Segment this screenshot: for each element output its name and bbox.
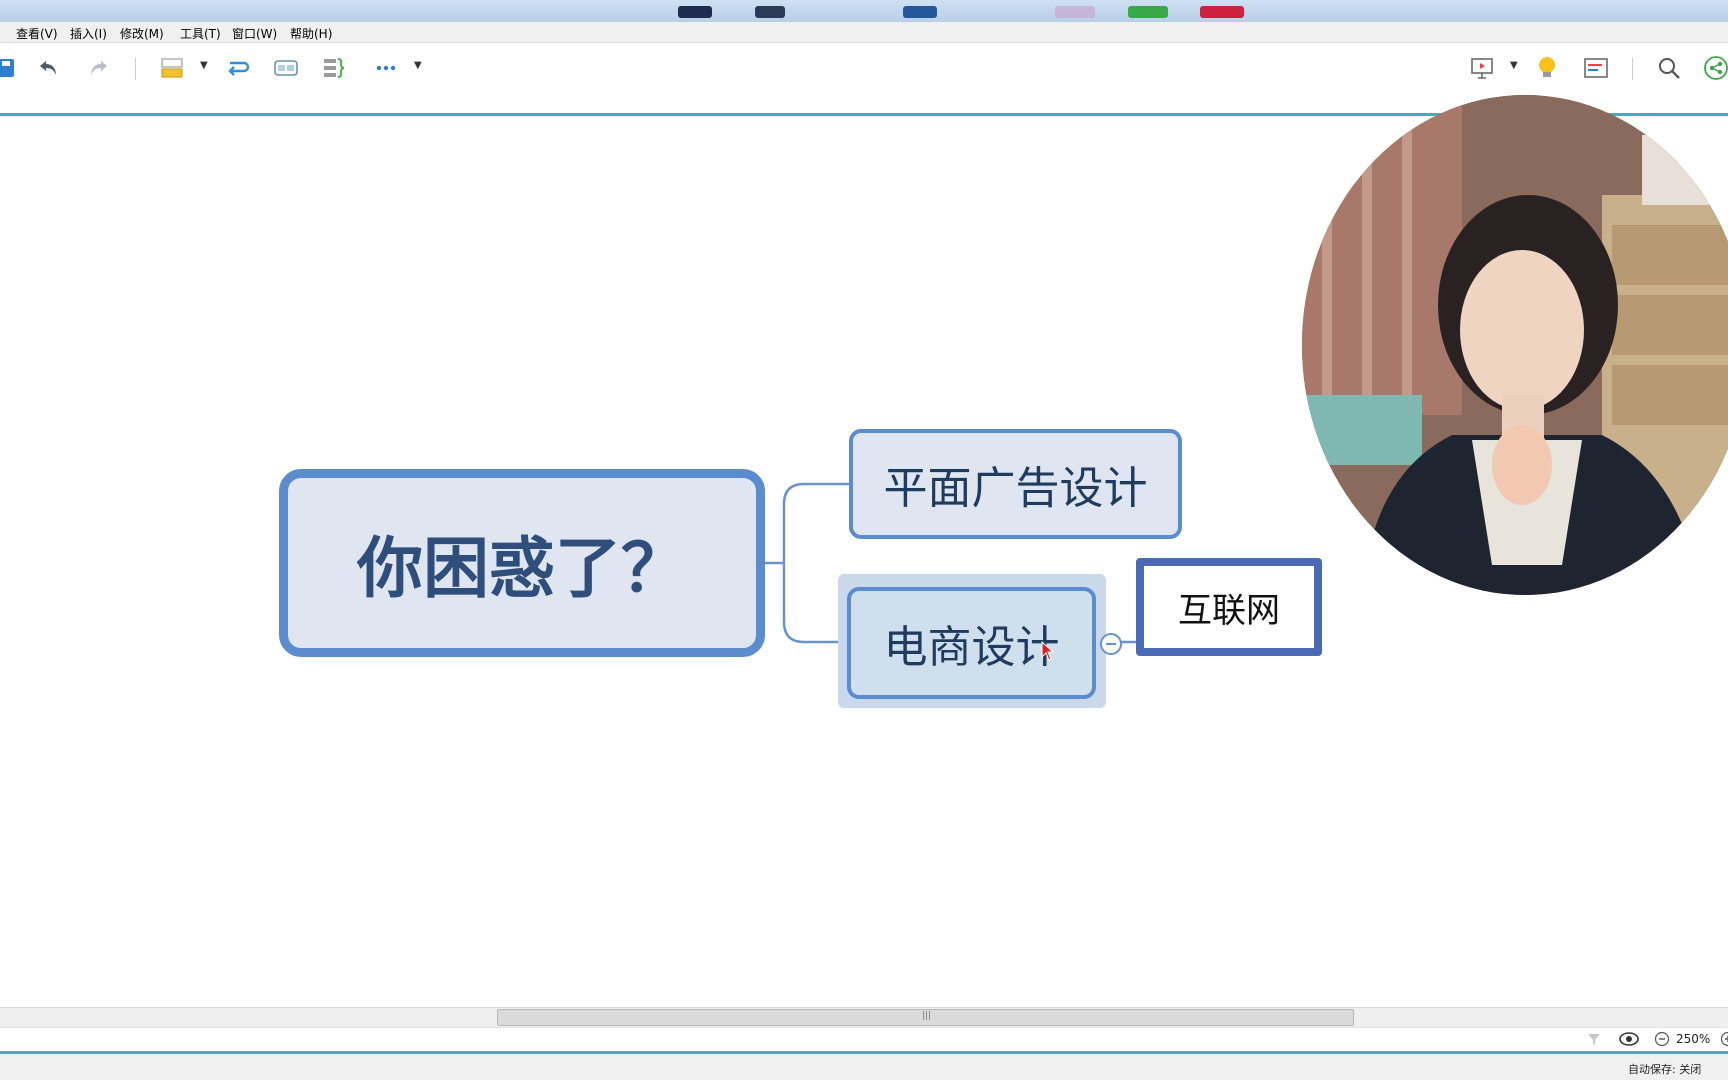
central-topic[interactable]: 你困惑了？ [279,469,765,657]
central-topic-label: 你困惑了？ [357,530,687,607]
scroll-grip-icon: ||| [922,1011,932,1021]
collapse-branch-icon[interactable] [1099,632,1123,660]
presenter-video-icon [1302,95,1728,595]
eye-icon[interactable] [1619,1031,1639,1051]
autosave-status[interactable]: 自动保存: 关闭 [1628,1061,1701,1077]
child-topic-internet[interactable]: 互联网 [1136,558,1322,656]
subtopic-ecommerce-design[interactable]: 电商设计 [847,587,1096,699]
child-topic-label: 互联网 [1178,590,1280,631]
subtopic-label: 平面广告设计 [883,463,1148,514]
filter-icon[interactable] [1586,1031,1602,1051]
webcam-overlay [1302,95,1728,595]
bottom-status-bar [0,1054,1728,1080]
zoom-out-icon[interactable] [1654,1031,1670,1051]
status-bar [0,1027,1728,1052]
mouse-cursor-icon [1041,640,1055,665]
subtopic-label: 电商设计 [883,622,1060,673]
subtopic-graphic-ad-design[interactable]: 平面广告设计 [849,429,1182,539]
zoom-level[interactable]: 250% [1676,1032,1710,1046]
zoom-in-icon[interactable] [1720,1031,1728,1051]
